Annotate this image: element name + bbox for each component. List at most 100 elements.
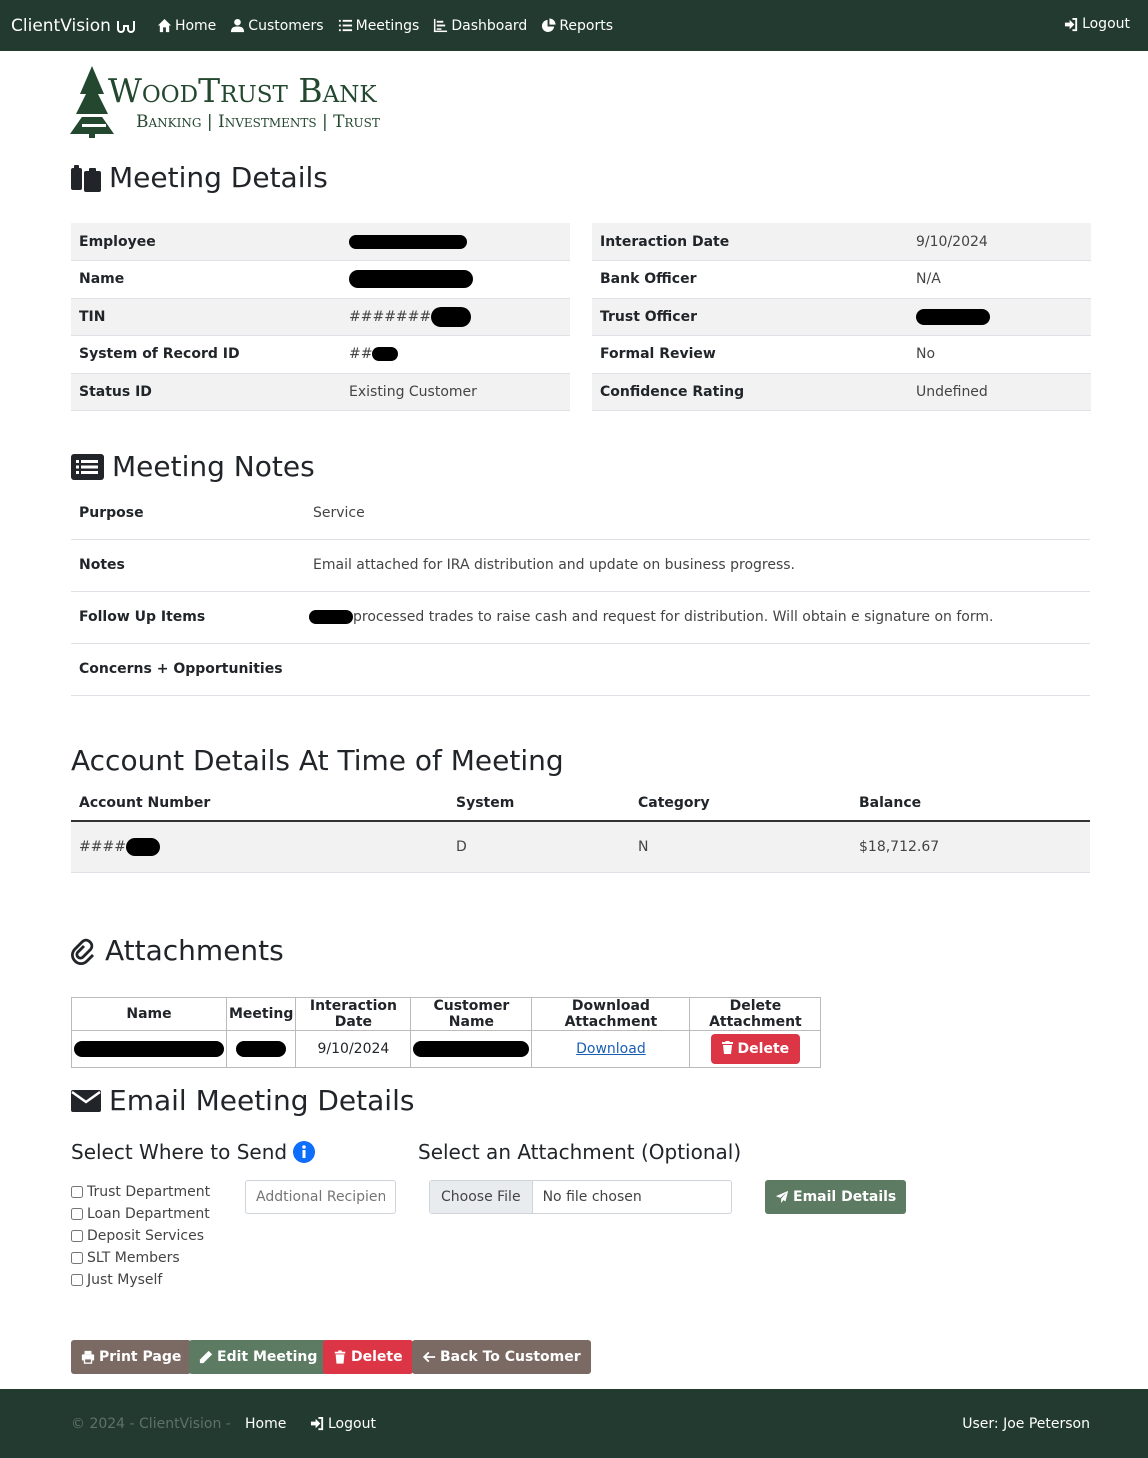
back-to-customer-label: Back To Customer	[440, 1349, 581, 1365]
redaction-mark	[236, 1041, 287, 1057]
checkbox[interactable]	[71, 1252, 83, 1264]
nav-home-label: Home	[174, 17, 217, 34]
list-alt-icon	[71, 453, 104, 480]
file-status: No file chosen	[542, 1189, 642, 1205]
envelope-icon	[71, 1089, 101, 1112]
attachments-heading: Attachments	[71, 934, 284, 967]
table-row: Concerns + Opportunities	[71, 643, 1090, 696]
sign-in-icon	[1065, 17, 1078, 31]
option-trust-department[interactable]: Trust Department	[71, 1181, 210, 1203]
footer: © 2024 - ClientVision - Home Logout User…	[0, 1389, 1148, 1458]
system-of-record-value: ##	[341, 335, 570, 374]
bank-title: WoodTrust Bank	[108, 71, 377, 110]
table-row: TIN #######	[71, 298, 570, 336]
account-details-heading: Account Details At Time of Meeting	[71, 744, 564, 777]
choose-file-button[interactable]: Choose File	[430, 1181, 533, 1213]
delete-meeting-label: Delete	[351, 1349, 403, 1365]
meeting-notes-table: Purpose Service Notes Email attached for…	[71, 487, 1090, 696]
attachment-delete-cell: Delete	[689, 1030, 822, 1068]
nav-meetings[interactable]: Meetings	[338, 18, 419, 34]
redaction-mark	[74, 1041, 224, 1057]
col-account-number: Account Number	[71, 786, 448, 822]
option-label: Trust Department	[87, 1184, 211, 1200]
checkbox[interactable]	[71, 1230, 83, 1242]
footer-home-link[interactable]: Home	[245, 1416, 286, 1432]
col-download-attachment: Download Attachment	[531, 997, 691, 1031]
paperclip-icon	[71, 938, 94, 965]
email-details-button[interactable]: Email Details	[765, 1180, 907, 1214]
purpose-label: Purpose	[71, 487, 305, 540]
nav-home[interactable]: Home	[157, 18, 216, 34]
printer-icon	[81, 1350, 95, 1364]
delete-attachment-button[interactable]: Delete	[710, 1034, 801, 1064]
option-just-myself[interactable]: Just Myself	[71, 1269, 210, 1291]
nav-customers[interactable]: Customers	[230, 18, 324, 34]
redaction-mark	[431, 306, 472, 327]
concerns-label: Concerns + Opportunities	[71, 643, 305, 696]
email-title: Email Meeting Details	[109, 1084, 415, 1117]
additional-recipients-input[interactable]	[245, 1180, 396, 1214]
delete-attachment-label: Delete	[737, 1041, 790, 1057]
file-input[interactable]: Choose File No file chosen	[429, 1180, 732, 1214]
brand[interactable]: ClientVision	[11, 16, 137, 36]
confidence-rating-value: Undefined	[908, 373, 1091, 411]
redaction-mark	[349, 234, 467, 249]
info-icon[interactable]	[293, 1141, 316, 1163]
option-loan-department[interactable]: Loan Department	[71, 1203, 210, 1225]
balance-cell: $18,712.67	[851, 821, 1090, 873]
follow-up-value: processed trades to raise cash and reque…	[305, 591, 1090, 644]
checkbox[interactable]	[71, 1208, 83, 1220]
back-to-customer-button[interactable]: Back To Customer	[412, 1340, 591, 1374]
formal-review-label: Formal Review	[592, 335, 908, 374]
download-link[interactable]: Download	[576, 1041, 646, 1057]
print-page-button[interactable]: Print Page	[71, 1340, 192, 1374]
tin-label: TIN	[71, 298, 341, 336]
option-slt-members[interactable]: SLT Members	[71, 1247, 210, 1269]
col-category: Category	[630, 786, 851, 822]
checkbox[interactable]	[71, 1274, 83, 1286]
table-row: 9/10/2024 Download Delete	[71, 1030, 822, 1068]
table-row: Trust Officer	[592, 298, 1091, 336]
table-row: System of Record ID ##	[71, 335, 570, 374]
system-of-record-label: System of Record ID	[71, 335, 341, 374]
nav-dashboard-label: Dashboard	[451, 17, 528, 34]
status-id-value: Existing Customer	[341, 373, 570, 411]
redaction-mark	[413, 1041, 530, 1057]
delete-meeting-button[interactable]: Delete	[323, 1340, 413, 1374]
footer-logout-link[interactable]: Logout	[310, 1416, 376, 1432]
checkbox[interactable]	[71, 1186, 83, 1198]
trust-officer-value	[908, 298, 1091, 336]
table-row: Follow Up Items processed trades to rais…	[71, 591, 1090, 644]
nav-dashboard[interactable]: Dashboard	[433, 18, 527, 34]
employee-value	[341, 223, 570, 261]
redaction-mark	[372, 347, 399, 362]
edit-meeting-button[interactable]: Edit Meeting	[189, 1340, 328, 1374]
redaction-mark	[349, 270, 473, 289]
nav-logout[interactable]: Logout	[1064, 16, 1130, 32]
account-details-title: Account Details At Time of Meeting	[71, 744, 564, 777]
attachments-title: Attachments	[105, 934, 284, 967]
bank-officer-label: Bank Officer	[592, 260, 908, 299]
clipboard-icon	[71, 164, 101, 192]
table-row: Status ID Existing Customer	[71, 373, 570, 411]
interaction-date-label: Interaction Date	[592, 223, 908, 261]
redaction-mark	[916, 308, 990, 325]
redaction-mark	[125, 837, 160, 856]
option-deposit-services[interactable]: Deposit Services	[71, 1225, 210, 1247]
table-row: Purpose Service	[71, 487, 1090, 540]
nav-reports[interactable]: Reports	[541, 18, 613, 34]
bank-logo: WoodTrust Bank Banking | Investments | T…	[70, 66, 440, 138]
pie-chart-icon	[542, 18, 556, 33]
table-header-row: Account Number System Category Balance	[71, 786, 1090, 822]
meeting-details-title: Meeting Details	[109, 161, 328, 194]
tin-mask: #######	[349, 308, 432, 325]
meeting-details-left-table: Employee Name TIN ####### System of Reco…	[71, 223, 570, 411]
attachment-select-heading: Select an Attachment (Optional)	[418, 1140, 741, 1164]
list-icon	[338, 19, 352, 32]
notes-label: Notes	[71, 539, 305, 592]
glasses-icon	[116, 20, 135, 33]
account-number-cell: ####	[71, 821, 448, 873]
col-customer-name: Customer Name	[410, 997, 533, 1031]
col-delete-attachment: Delete Attachment	[689, 997, 822, 1031]
sign-in-icon	[310, 1416, 324, 1431]
